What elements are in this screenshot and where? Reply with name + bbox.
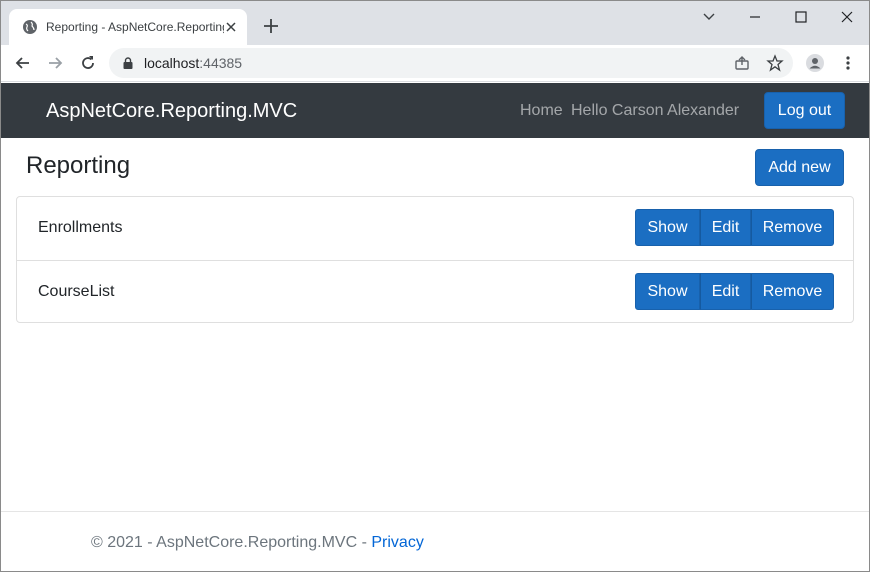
report-list: Enrollments Show Edit Remove CourseList … xyxy=(16,196,854,323)
close-window-icon[interactable] xyxy=(835,7,859,27)
close-tab-icon[interactable] xyxy=(224,20,238,34)
show-button[interactable]: Show xyxy=(635,209,700,246)
user-greeting: Hello Carson Alexander xyxy=(571,102,740,119)
address-bar[interactable]: localhost:44385 xyxy=(109,48,793,78)
browser-tab[interactable]: Reporting - AspNetCore.Reporting.MVC xyxy=(9,9,247,45)
logout-button[interactable]: Log out xyxy=(764,92,845,129)
minimize-icon[interactable] xyxy=(743,7,767,27)
edit-button[interactable]: Edit xyxy=(700,273,751,310)
report-actions: Show Edit Remove xyxy=(635,273,834,310)
page-footer: © 2021 - AspNetCore.Reporting.MVC - Priv… xyxy=(1,511,869,571)
share-icon[interactable] xyxy=(733,54,751,72)
forward-arrow-icon[interactable] xyxy=(45,53,65,73)
url-text: localhost:44385 xyxy=(144,55,242,71)
bookmark-star-icon[interactable] xyxy=(766,54,784,72)
reload-icon[interactable] xyxy=(78,53,98,73)
lock-icon[interactable] xyxy=(121,56,135,70)
footer-text: © 2021 - AspNetCore.Reporting.MVC - Priv… xyxy=(91,534,424,552)
remove-button[interactable]: Remove xyxy=(751,209,834,246)
browser-toolbar: localhost:44385 xyxy=(1,45,869,82)
url-host: localhost xyxy=(144,55,200,71)
nav-home-link[interactable]: Home xyxy=(520,102,563,120)
profile-avatar-icon[interactable] xyxy=(805,53,825,73)
globe-icon xyxy=(23,20,37,34)
report-actions: Show Edit Remove xyxy=(635,209,834,246)
edit-button[interactable]: Edit xyxy=(700,209,751,246)
url-port: :44385 xyxy=(199,55,243,71)
page-title: Reporting xyxy=(26,152,131,179)
show-button[interactable]: Show xyxy=(635,273,700,310)
browser-tabstrip: Reporting - AspNetCore.Reporting.MVC xyxy=(1,1,869,45)
maximize-icon[interactable] xyxy=(789,7,813,27)
add-new-button[interactable]: Add new xyxy=(755,149,844,186)
tab-title: Reporting - AspNetCore.Reporting.MVC xyxy=(46,20,224,34)
report-row-enrollments: Enrollments Show Edit Remove xyxy=(17,197,853,260)
navbar-brand[interactable]: AspNetCore.Reporting.MVC xyxy=(46,99,297,123)
report-name: Enrollments xyxy=(38,219,123,236)
privacy-link[interactable]: Privacy xyxy=(371,534,423,551)
report-name: CourseList xyxy=(38,283,115,300)
copyright-text: © 2021 - AspNetCore.Reporting.MVC - xyxy=(91,534,372,551)
menu-kebab-icon[interactable] xyxy=(838,53,858,73)
tab-search-icon[interactable] xyxy=(697,7,721,27)
new-tab-icon[interactable] xyxy=(261,16,281,36)
remove-button[interactable]: Remove xyxy=(751,273,834,310)
back-arrow-icon[interactable] xyxy=(13,53,33,73)
report-row-courselist: CourseList Show Edit Remove xyxy=(17,260,853,323)
site-navbar: AspNetCore.Reporting.MVC Home Hello Cars… xyxy=(1,83,869,138)
